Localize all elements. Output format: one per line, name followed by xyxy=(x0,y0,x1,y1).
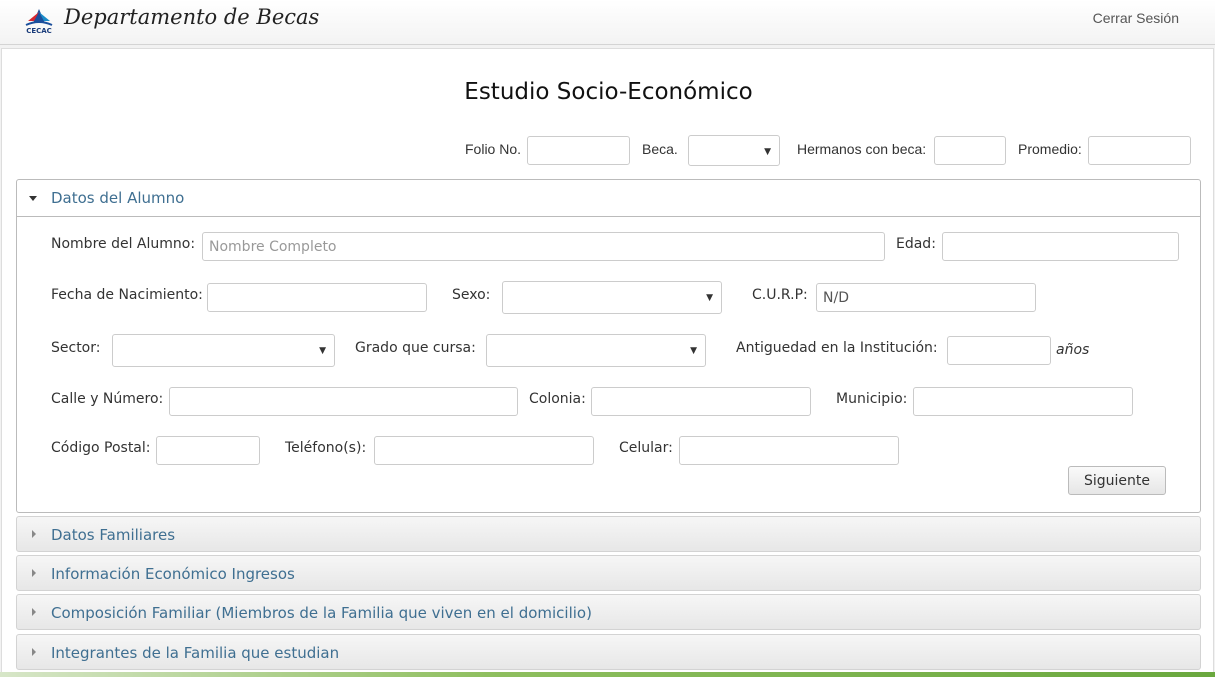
promedio-label: Promedio: xyxy=(1018,141,1082,157)
logout-link[interactable]: Cerrar Sesión xyxy=(1093,10,1179,26)
section-integrantes-estudian[interactable]: Integrantes de la Familia que estudian xyxy=(16,634,1201,670)
antiguedad-label: Antiguedad en la Institución: xyxy=(736,340,938,356)
section-label: Composición Familiar (Miembros de la Fam… xyxy=(51,604,592,622)
caret-right-icon xyxy=(32,648,36,656)
chevron-down-icon: ▼ xyxy=(690,346,697,356)
page-footer-strip xyxy=(0,672,1215,677)
panel-header-datos-alumno[interactable]: Datos del Alumno xyxy=(17,180,1200,217)
brand-title: Departamento de Becas xyxy=(64,5,320,29)
fecha-label: Fecha de Nacimiento: xyxy=(51,287,203,303)
caret-right-icon xyxy=(32,608,36,616)
beca-label: Beca. xyxy=(642,141,678,157)
panel-datos-alumno: Datos del Alumno Nombre del Alumno: Edad… xyxy=(16,179,1201,513)
panel-title: Datos del Alumno xyxy=(51,189,185,207)
grado-select[interactable]: ▼ xyxy=(486,334,706,367)
telefono-label: Teléfono(s): xyxy=(285,440,367,456)
chevron-down-icon: ▼ xyxy=(319,346,326,356)
calle-label: Calle y Número: xyxy=(51,391,164,407)
sector-select[interactable]: ▼ xyxy=(112,334,335,367)
fecha-nacimiento-input[interactable] xyxy=(207,283,427,312)
section-datos-familiares[interactable]: Datos Familiares xyxy=(16,516,1201,552)
chevron-down-icon: ▼ xyxy=(764,147,771,157)
section-label: Información Económico Ingresos xyxy=(51,565,295,583)
beca-select[interactable]: ▼ xyxy=(688,135,780,166)
section-label: Datos Familiares xyxy=(51,526,176,544)
cecac-logo: CECAC xyxy=(22,7,56,37)
caret-right-icon xyxy=(32,530,36,538)
main-content: Estudio Socio-Económico Folio No. Beca. … xyxy=(1,48,1214,677)
grado-label: Grado que cursa: xyxy=(355,340,476,356)
caret-down-icon xyxy=(29,196,37,201)
page-title: Estudio Socio-Económico xyxy=(464,79,753,105)
codigo-postal-input[interactable] xyxy=(156,436,260,465)
municipio-input[interactable] xyxy=(913,387,1133,416)
municipio-label: Municipio: xyxy=(836,391,908,407)
celular-input[interactable] xyxy=(679,436,899,465)
telefono-input[interactable] xyxy=(374,436,594,465)
hermanos-label: Hermanos con beca: xyxy=(797,141,927,157)
curp-label: C.U.R.P: xyxy=(752,287,808,303)
folio-input[interactable] xyxy=(527,136,630,165)
colonia-input[interactable] xyxy=(591,387,811,416)
promedio-input[interactable] xyxy=(1088,136,1191,165)
section-informacion-economica[interactable]: Información Económico Ingresos xyxy=(16,555,1201,591)
curp-input[interactable] xyxy=(816,283,1036,312)
sector-label: Sector: xyxy=(51,340,101,356)
logo-text: CECAC xyxy=(26,27,52,35)
top-navbar: CECAC Departamento de Becas Cerrar Sesió… xyxy=(0,0,1215,45)
antiguedad-unit: años xyxy=(1056,342,1090,358)
section-composicion-familiar[interactable]: Composición Familiar (Miembros de la Fam… xyxy=(16,594,1201,630)
folio-label: Folio No. xyxy=(465,141,522,157)
antiguedad-input[interactable] xyxy=(947,336,1051,365)
sexo-select[interactable]: ▼ xyxy=(502,281,722,314)
cp-label: Código Postal: xyxy=(51,440,151,456)
caret-right-icon xyxy=(32,569,36,577)
section-label: Integrantes de la Familia que estudian xyxy=(51,644,340,662)
edad-label: Edad: xyxy=(896,236,936,252)
chevron-down-icon: ▼ xyxy=(706,293,713,303)
siguiente-button[interactable]: Siguiente xyxy=(1068,466,1166,495)
logo-emblem-icon xyxy=(25,9,53,26)
calle-input[interactable] xyxy=(169,387,518,416)
celular-label: Celular: xyxy=(619,440,673,456)
sexo-label: Sexo: xyxy=(452,287,491,303)
colonia-label: Colonia: xyxy=(529,391,586,407)
edad-input[interactable] xyxy=(942,232,1179,261)
nombre-input[interactable] xyxy=(202,232,885,261)
nombre-label: Nombre del Alumno: xyxy=(51,236,196,252)
hermanos-input[interactable] xyxy=(934,136,1006,165)
